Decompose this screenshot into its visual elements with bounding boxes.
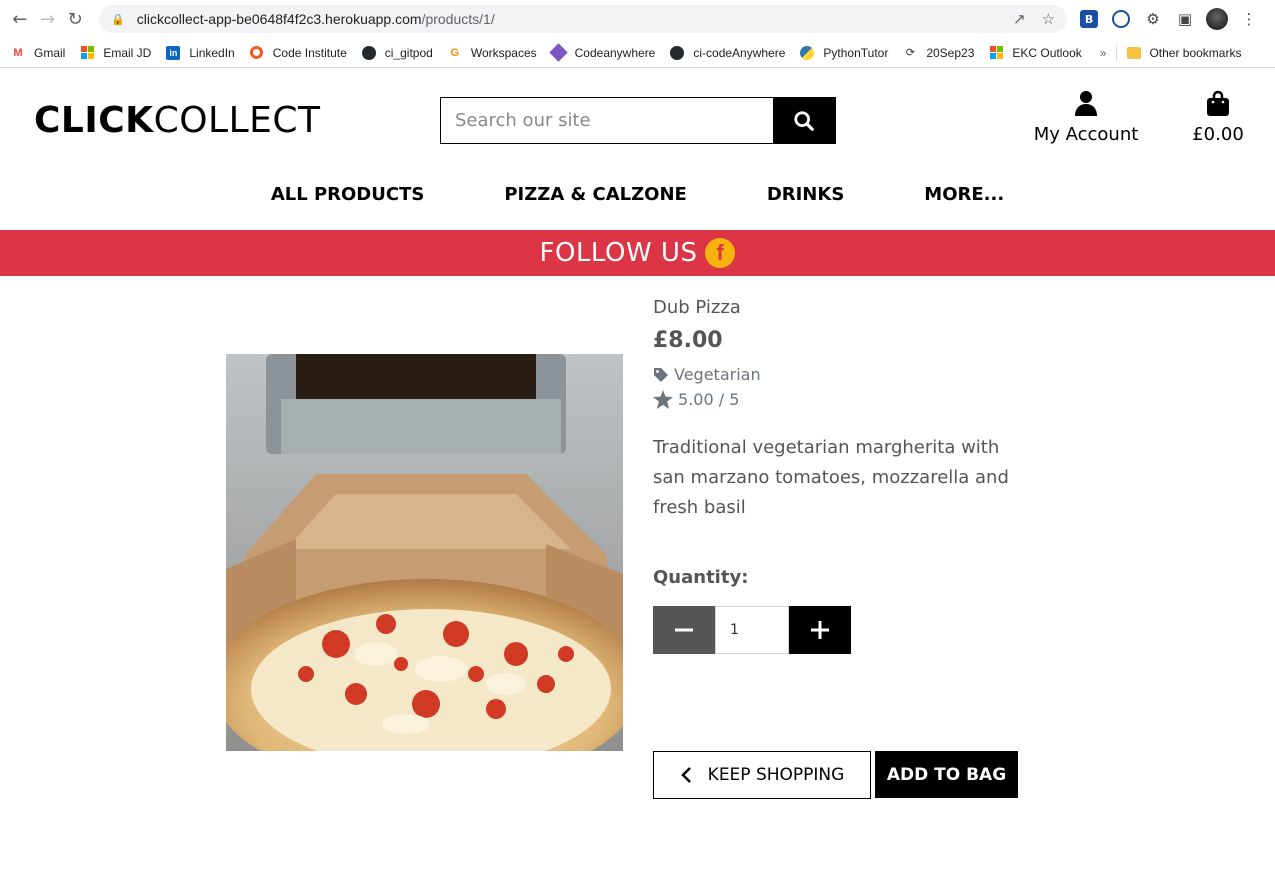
pizza-photo <box>226 354 623 751</box>
product-category-label: Vegetarian <box>674 365 761 384</box>
user-icon <box>1075 91 1097 116</box>
add-to-bag-label: ADD TO BAG <box>886 764 1007 785</box>
quantity-stepper <box>653 606 1053 654</box>
search-form <box>440 97 836 144</box>
logo-light: COLLECT <box>153 100 321 141</box>
facebook-icon[interactable]: f <box>705 238 736 268</box>
keep-shopping-label: KEEP SHOPPING <box>707 765 845 785</box>
product-category-link[interactable]: Vegetarian <box>653 365 1053 384</box>
follow-us-banner[interactable]: FOLLOW US f <box>0 230 1275 276</box>
product-rating-value: 5.00 / 5 <box>678 390 740 409</box>
site-logo[interactable]: CLICKCOLLECT <box>34 100 321 141</box>
shopping-bag-link[interactable]: £0.00 <box>1188 90 1248 145</box>
nav-drinks[interactable]: DRINKS <box>767 184 844 205</box>
bag-total: £0.00 <box>1192 124 1244 145</box>
product-description: Traditional vegetarian margherita with s… <box>653 437 1009 518</box>
product-details: Dub Pizza £8.00 Vegetarian 5.00 / 5 Trad… <box>653 296 1053 654</box>
my-account-link[interactable]: My Account <box>1030 90 1142 145</box>
star-icon <box>653 390 673 409</box>
product-price: £8.00 <box>653 328 723 353</box>
site-header: CLICKCOLLECT My Account £0.00 ALL PRODUC… <box>0 0 1275 230</box>
product-name: Dub Pizza <box>653 297 741 318</box>
search-button[interactable] <box>773 98 835 143</box>
nav-pizza-calzone[interactable]: PIZZA & CALZONE <box>504 184 686 205</box>
quantity-input[interactable] <box>715 606 789 654</box>
decrement-quantity-button[interactable] <box>653 606 715 654</box>
product-actions: KEEP SHOPPING ADD TO BAG <box>653 751 1018 799</box>
search-input[interactable] <box>441 98 773 143</box>
my-account-label: My Account <box>1033 124 1139 145</box>
search-icon <box>794 110 814 131</box>
chevron-left-icon <box>680 767 691 783</box>
main-nav: ALL PRODUCTS PIZZA & CALZONE DRINKS MORE… <box>0 184 1275 205</box>
logo-bold: CLICK <box>34 100 154 141</box>
plus-icon <box>811 621 829 639</box>
nav-more[interactable]: MORE... <box>924 184 1004 205</box>
product-image <box>226 354 623 751</box>
tag-icon <box>654 367 668 382</box>
keep-shopping-button[interactable]: KEEP SHOPPING <box>653 751 871 799</box>
nav-all-products[interactable]: ALL PRODUCTS <box>271 184 425 205</box>
product-rating: 5.00 / 5 <box>653 390 1053 409</box>
quantity-label: Quantity: <box>653 567 749 588</box>
increment-quantity-button[interactable] <box>789 606 851 654</box>
minus-icon <box>675 628 693 632</box>
add-to-bag-button[interactable]: ADD TO BAG <box>875 751 1018 798</box>
follow-us-text: FOLLOW US <box>539 238 698 268</box>
shopping-bag-icon <box>1207 90 1229 116</box>
